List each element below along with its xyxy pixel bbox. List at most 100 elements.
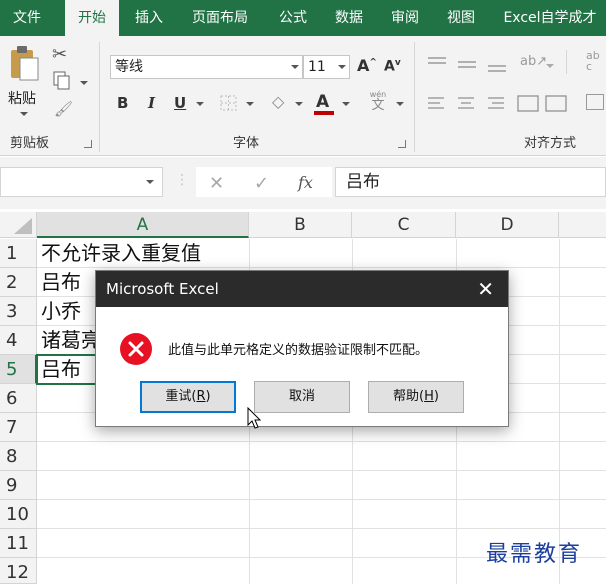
row-header[interactable]: 6 <box>0 384 37 413</box>
row-header[interactable]: 3 <box>0 297 37 326</box>
font-name-value: 等线 <box>115 59 143 75</box>
gridline <box>37 441 606 442</box>
error-dialog: Microsoft Excel ✕ 此值与此单元格定义的数据验证限制不匹配。 重… <box>95 270 509 427</box>
clipboard-launcher-icon[interactable] <box>84 140 92 148</box>
paste-dropdown-icon[interactable] <box>20 112 28 116</box>
font-name-dropdown-icon[interactable] <box>291 65 299 69</box>
row-header[interactable]: 7 <box>0 413 37 442</box>
column-header-d[interactable]: D <box>456 212 559 238</box>
copy-button[interactable] <box>52 70 72 94</box>
row-header[interactable]: 4 <box>0 326 37 355</box>
paste-button[interactable] <box>8 44 40 88</box>
font-size-dropdown-icon[interactable] <box>338 65 346 69</box>
tab-home[interactable]: 开始 <box>65 0 119 37</box>
row-header[interactable]: 2 <box>0 268 37 297</box>
cell-a2[interactable]: 吕布 <box>41 268 81 297</box>
phonetic-dropdown-icon[interactable] <box>396 102 404 106</box>
format-painter-icon[interactable]: 🖌 <box>54 100 73 118</box>
align-top-button[interactable] <box>424 54 514 78</box>
tab-insert[interactable]: 插入 <box>122 0 176 36</box>
cancel-button[interactable]: 取消 <box>254 381 350 413</box>
help-button[interactable]: 帮助(H) <box>368 381 464 413</box>
column-header-e[interactable] <box>559 212 606 238</box>
dialog-title: Microsoft Excel <box>96 271 508 307</box>
confirm-entry-icon[interactable]: ✓ <box>254 173 269 194</box>
merge-icon[interactable] <box>586 94 604 110</box>
cell-a4[interactable]: 诸葛亮 <box>41 326 101 355</box>
wrap-text-icon[interactable]: ab c <box>586 50 600 72</box>
row-header[interactable]: 5 <box>0 355 37 384</box>
watermark-text: 最需教育 <box>486 542 583 567</box>
vertical-align-icons <box>428 57 506 72</box>
font-color-dropdown-icon[interactable] <box>342 102 350 106</box>
orientation-icon[interactable]: ab↗ <box>520 54 547 69</box>
insert-function-icon[interactable]: fx <box>298 173 313 192</box>
font-name-combo[interactable]: 等线 <box>110 55 303 79</box>
copy-dropdown-icon[interactable] <box>80 81 88 85</box>
cut-icon[interactable]: ✂ <box>52 44 67 65</box>
horizontal-align-buttons[interactable] <box>424 94 574 118</box>
close-icon[interactable]: ✕ <box>477 271 494 307</box>
formula-bar-grip-icon: ⋮ <box>175 172 189 188</box>
font-color-swatch <box>314 111 334 115</box>
underline-button[interactable]: U <box>174 94 186 112</box>
column-header-c[interactable]: C <box>352 212 456 238</box>
tab-page-layout[interactable]: 页面布局 <box>180 0 260 36</box>
paste-icon <box>11 46 39 81</box>
phonetic-bottom-text: 文 <box>371 98 385 113</box>
gridline <box>37 528 606 529</box>
fill-color-icon[interactable]: ◇ <box>272 92 284 111</box>
shrink-font-button[interactable]: Av <box>384 58 401 75</box>
cancel-entry-icon[interactable]: ✕ <box>209 173 224 194</box>
copy-icon <box>53 71 70 90</box>
horizontal-align-icons <box>428 95 567 112</box>
borders-dropdown-icon[interactable] <box>246 102 254 106</box>
name-box-dropdown-icon[interactable] <box>146 180 154 184</box>
font-launcher-icon[interactable] <box>398 140 406 148</box>
group-divider <box>566 50 567 74</box>
column-header-a[interactable]: A <box>37 212 249 238</box>
alignment-group-label: 对齐方式 <box>524 136 577 151</box>
paste-label: 粘贴 <box>8 91 36 107</box>
tab-custom[interactable]: Excel自学成才 <box>494 0 606 36</box>
row-header[interactable]: 9 <box>0 471 37 500</box>
error-icon <box>120 333 152 365</box>
grow-font-button[interactable]: A^ <box>357 56 377 75</box>
row-header[interactable]: 11 <box>0 529 37 558</box>
bold-button[interactable]: B <box>117 94 128 112</box>
mouse-cursor-icon <box>247 407 262 429</box>
row-header[interactable]: 10 <box>0 500 37 529</box>
italic-button[interactable]: I <box>148 94 155 112</box>
tab-file[interactable]: 文件 <box>0 0 54 36</box>
ribbon-tab-bar: 文件 开始 插入 页面布局 公式 数据 审阅 视图 Excel自学成才 <box>0 0 606 37</box>
group-divider <box>414 42 415 152</box>
cell-a3[interactable]: 小乔 <box>41 297 81 326</box>
formula-bar: ⋮ ✕ ✓ fx 吕布 <box>0 157 606 209</box>
tab-data[interactable]: 数据 <box>322 0 376 36</box>
tab-formulas[interactable]: 公式 <box>266 0 320 36</box>
fill-color-dropdown-icon[interactable] <box>295 102 303 106</box>
font-color-button[interactable]: A <box>316 92 329 112</box>
select-all-corner[interactable] <box>0 212 37 238</box>
formula-input[interactable]: 吕布 <box>335 167 606 197</box>
retry-button[interactable]: 重试(R) <box>140 381 236 413</box>
row-header[interactable]: 12 <box>0 558 37 584</box>
tab-view[interactable]: 视图 <box>434 0 488 36</box>
dialog-message: 此值与此单元格定义的数据验证限制不匹配。 <box>168 343 429 358</box>
tab-review[interactable]: 审阅 <box>378 0 432 36</box>
font-size-value: 11 <box>308 59 326 75</box>
font-group-label: 字体 <box>233 136 260 151</box>
gridline <box>37 470 606 471</box>
select-all-triangle-icon <box>14 218 32 234</box>
underline-dropdown-icon[interactable] <box>196 102 204 106</box>
column-header-b[interactable]: B <box>249 212 352 238</box>
ribbon: 粘贴 ✂ 🖌 剪贴板 等线 11 A^ Av B I U ◇ A wén 文 字… <box>0 36 606 156</box>
orientation-dropdown-icon[interactable] <box>546 64 554 68</box>
row-header[interactable]: 1 <box>0 239 37 268</box>
borders-button[interactable] <box>219 94 239 112</box>
cell-a1[interactable]: 不允许录入重复值 <box>41 239 201 268</box>
row-header[interactable]: 8 <box>0 442 37 471</box>
phonetic-button[interactable]: wén 文 <box>366 90 390 113</box>
name-box[interactable] <box>0 167 163 197</box>
borders-icon <box>220 95 237 111</box>
